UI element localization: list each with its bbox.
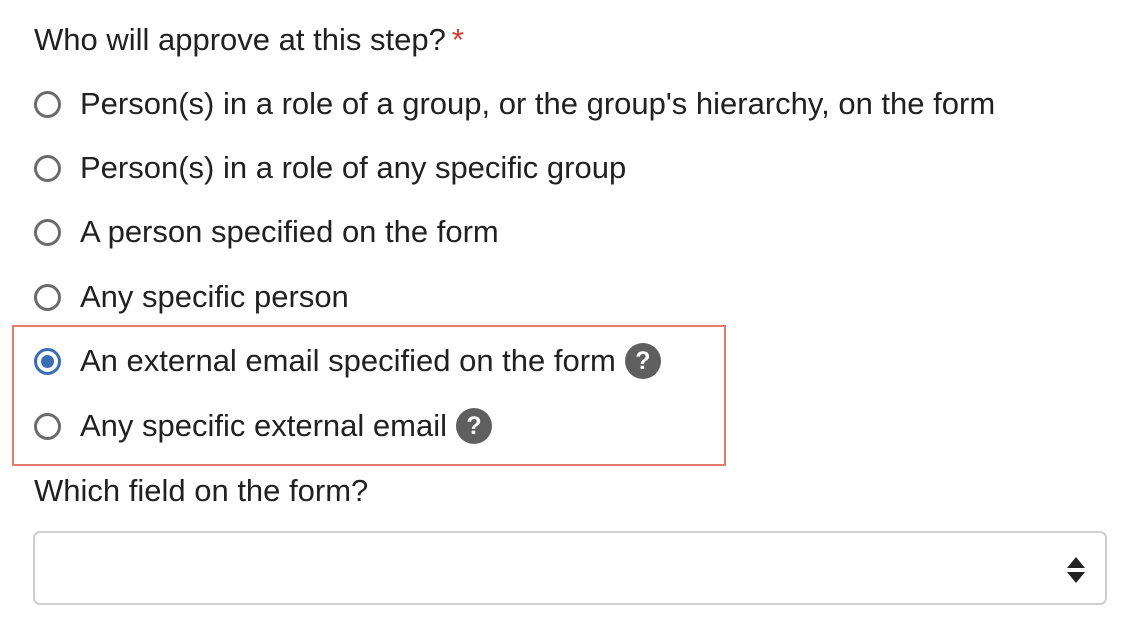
radio-option-person-on-form[interactable]: A person specified on the form	[34, 210, 499, 254]
up-down-arrows-icon	[1067, 557, 1085, 583]
radio-button[interactable]	[34, 412, 61, 440]
question-icon[interactable]: ?	[456, 408, 492, 444]
radio-option-specific-external-email[interactable]: Any specific external email ?	[34, 404, 492, 448]
radio-button-selected[interactable]	[34, 347, 61, 375]
radio-option-label: Person(s) in a role of any specific grou…	[80, 150, 627, 185]
question-icon[interactable]: ?	[624, 343, 661, 379]
radio-option-label: An external email specified on the form	[80, 343, 616, 378]
radio-option-external-email-on-form[interactable]: An external email specified on the form …	[34, 339, 661, 383]
form-field-select[interactable]	[33, 531, 1107, 605]
approver-question: Who will approve at this step? *	[34, 20, 464, 60]
radio-option-label: Person(s) in a role of a group, or the g…	[80, 86, 996, 121]
radio-option-label: Any specific person	[80, 279, 349, 314]
radio-button[interactable]	[34, 283, 61, 311]
radio-option-label: Any specific external email	[80, 408, 447, 443]
required-asterisk: *	[451, 22, 464, 57]
approver-question-text: Who will approve at this step?	[34, 22, 446, 57]
radio-option-specific-group-role[interactable]: Person(s) in a role of any specific grou…	[34, 146, 626, 190]
radio-option-label: A person specified on the form	[80, 214, 499, 249]
field-question: Which field on the form?	[34, 473, 369, 508]
approval-step-form: Who will approve at this step? * Person(s…	[0, 0, 1140, 632]
radio-button[interactable]	[34, 218, 61, 246]
radio-button[interactable]	[34, 90, 61, 118]
radio-button[interactable]	[34, 154, 61, 182]
radio-option-group-hierarchy-role[interactable]: Person(s) in a role of a group, or the g…	[34, 82, 995, 126]
radio-option-specific-person[interactable]: Any specific person	[34, 275, 349, 319]
